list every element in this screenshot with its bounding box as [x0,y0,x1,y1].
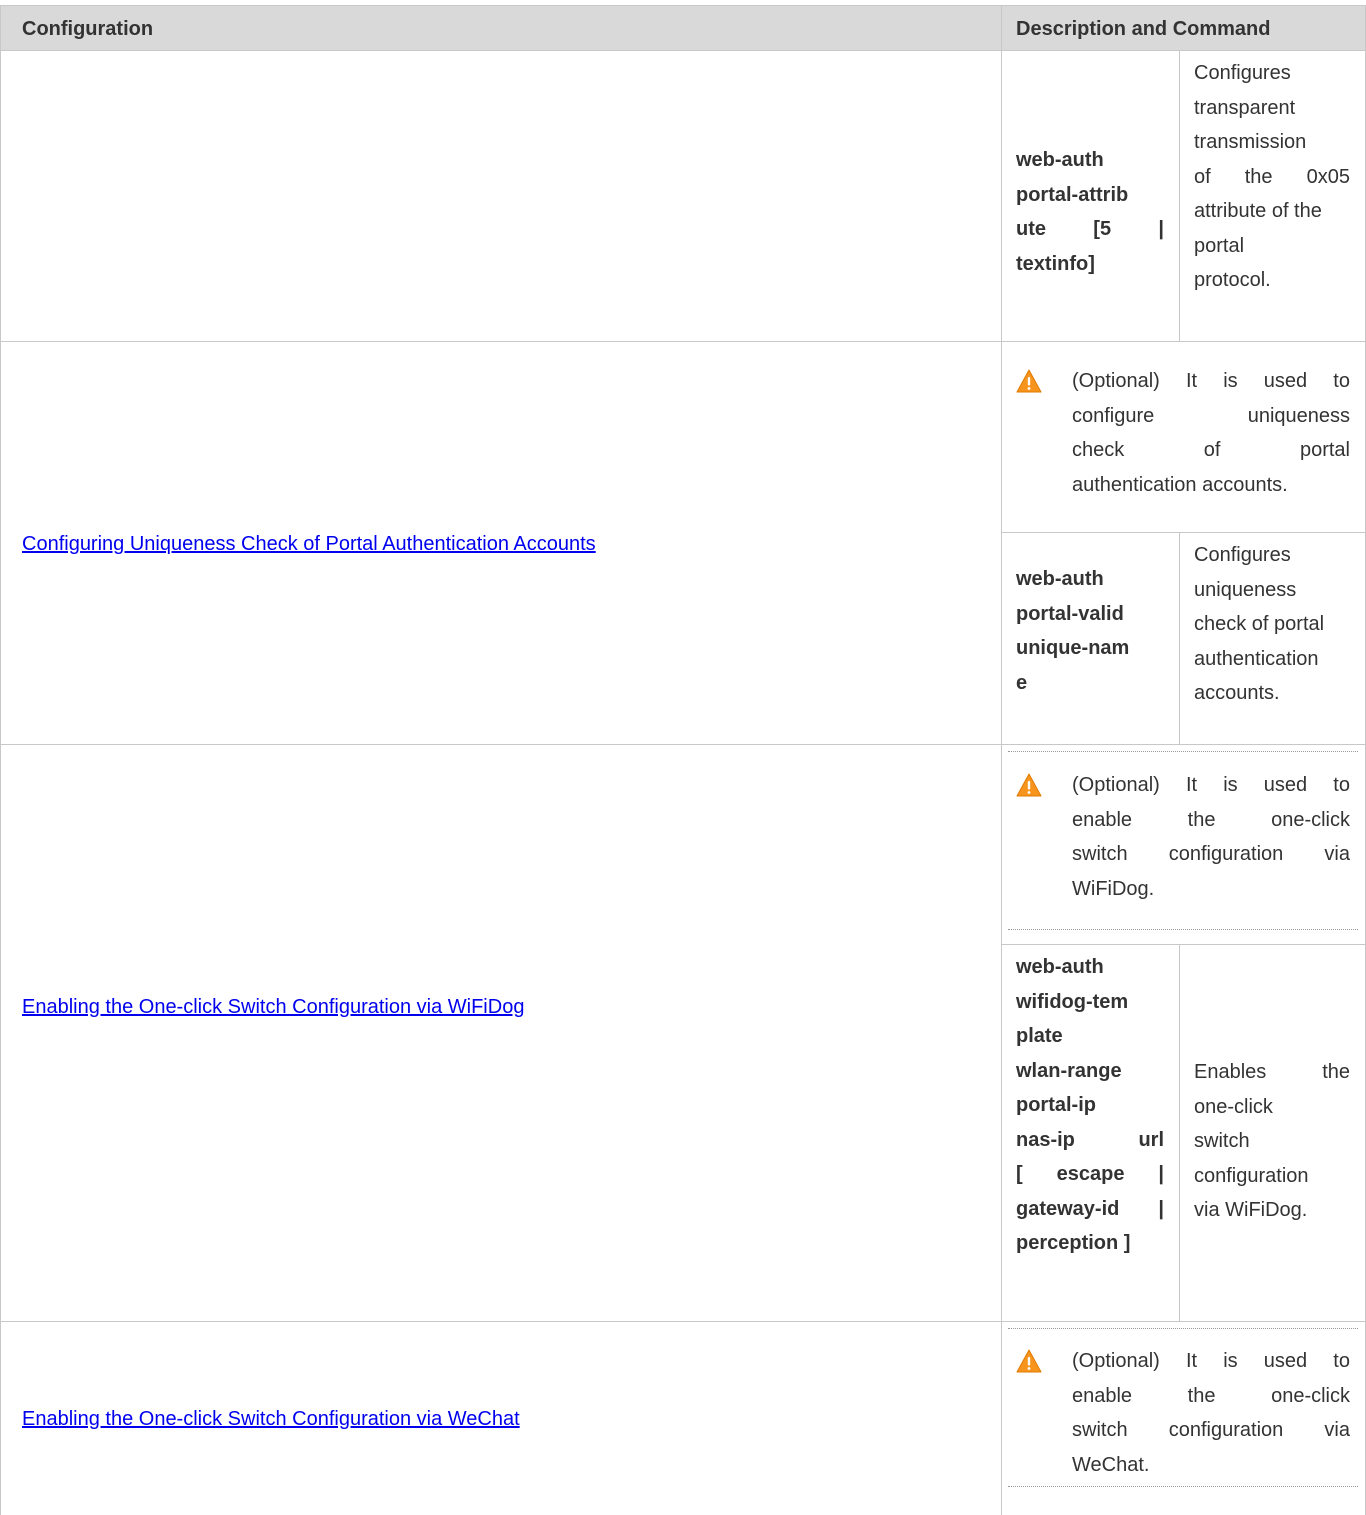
sub-column-divider [1179,944,1180,1321]
note-line: (Optional) It is used to [1072,774,1350,796]
note-line: (Optional) It is used to [1072,370,1350,392]
cell-separator [1001,944,1366,945]
sub-column-divider [1179,51,1180,341]
row-separator [0,744,1366,745]
config-link-uniqueness-check[interactable]: Configuring Uniqueness Check of Portal A… [22,530,596,558]
command-line: portal-ip [1016,1094,1096,1116]
note-cell: (Optional) It is used to configure uniqu… [1072,364,1350,502]
command-line: textinfo] [1016,252,1095,275]
description-line: via WiFiDog. [1194,1199,1308,1221]
description-line: switch [1194,1130,1250,1152]
command-line: unique-nam [1016,637,1130,659]
command-cell: web-auth wifidog-tem plate wlan-range po… [1016,950,1164,1261]
description-cell: Enables the one-click switch configurati… [1194,1055,1350,1228]
command-line: wlan-range [1016,1059,1122,1082]
cell-separator [1001,532,1366,533]
command-line: web-auth [1016,568,1104,590]
command-line: e [1016,671,1028,694]
description-line: transmission [1194,131,1307,153]
description-line: Configures [1194,544,1291,566]
description-line: Enables the [1194,1061,1350,1083]
description-line: authentication [1194,647,1319,670]
note-line: authentication accounts. [1072,473,1288,496]
command-cell: web-auth portal-valid unique-nam e [1016,562,1164,700]
description-cell: Configures transparent transmission of t… [1194,56,1350,298]
note-dotted-border [1008,1486,1358,1487]
row-separator [0,1321,1366,1322]
description-line: protocol. [1194,269,1271,291]
column-divider [1001,51,1002,1515]
command-cell: web-auth portal-attrib ute [5 | textinfo… [1016,143,1164,281]
command-line: portal-attrib [1016,183,1129,206]
warning-icon [1016,773,1042,797]
note-dotted-border [1008,929,1358,930]
description-line: check of portal [1194,613,1325,635]
command-line: wifidog-tem [1016,990,1129,1013]
note-cell: (Optional) It is used to enable the one-… [1072,768,1350,906]
note-line: enable the one-click [1072,808,1350,831]
note-line: switch configuration via [1072,1419,1350,1441]
description-line: accounts. [1194,682,1280,704]
description-line: uniqueness [1194,578,1297,601]
row-separator [0,341,1366,342]
note-line: configure uniqueness [1072,404,1350,427]
command-line: perception ] [1016,1232,1131,1254]
warning-icon [1016,369,1042,393]
command-line: web-auth [1016,149,1104,171]
description-line: portal [1194,234,1245,257]
header-configuration: Configuration [22,15,154,43]
command-line: gateway-id | [1016,1197,1164,1220]
description-line: one-click [1194,1095,1273,1118]
note-line: switch configuration via [1072,843,1350,865]
note-line: check of portal [1072,439,1350,461]
note-cell: (Optional) It is used to enable the one-… [1072,1344,1350,1482]
command-line: plate [1016,1025,1063,1047]
note-dotted-border [1008,751,1358,752]
config-link-wechat[interactable]: Enabling the One-click Switch Configurat… [22,1405,520,1433]
header-divider [1001,5,1002,51]
description-line: configuration [1194,1164,1309,1187]
command-line: [ escape | [1016,1163,1164,1185]
note-line: WiFiDog. [1072,877,1155,900]
header-description: Description and Command [1016,15,1271,43]
warning-icon [1016,1349,1042,1373]
note-dotted-border [1008,1328,1358,1329]
description-line: transparent [1194,96,1296,119]
sub-column-divider [1179,532,1180,744]
note-line: enable the one-click [1072,1384,1350,1407]
table-left-border [0,51,1,1515]
command-line: web-auth [1016,956,1104,978]
config-link-wifidog[interactable]: Enabling the One-click Switch Configurat… [22,993,524,1021]
note-line: WeChat. [1072,1453,1150,1476]
command-line: nas-ip url [1016,1128,1164,1151]
command-line: ute [5 | [1016,218,1164,240]
description-line: of the 0x05 [1194,165,1350,188]
description-cell: Configures uniqueness check of portal au… [1194,538,1350,711]
description-line: attribute of the [1194,200,1322,222]
note-line: (Optional) It is used to [1072,1350,1350,1372]
description-line: Configures [1194,62,1291,84]
command-line: portal-valid [1016,602,1124,625]
